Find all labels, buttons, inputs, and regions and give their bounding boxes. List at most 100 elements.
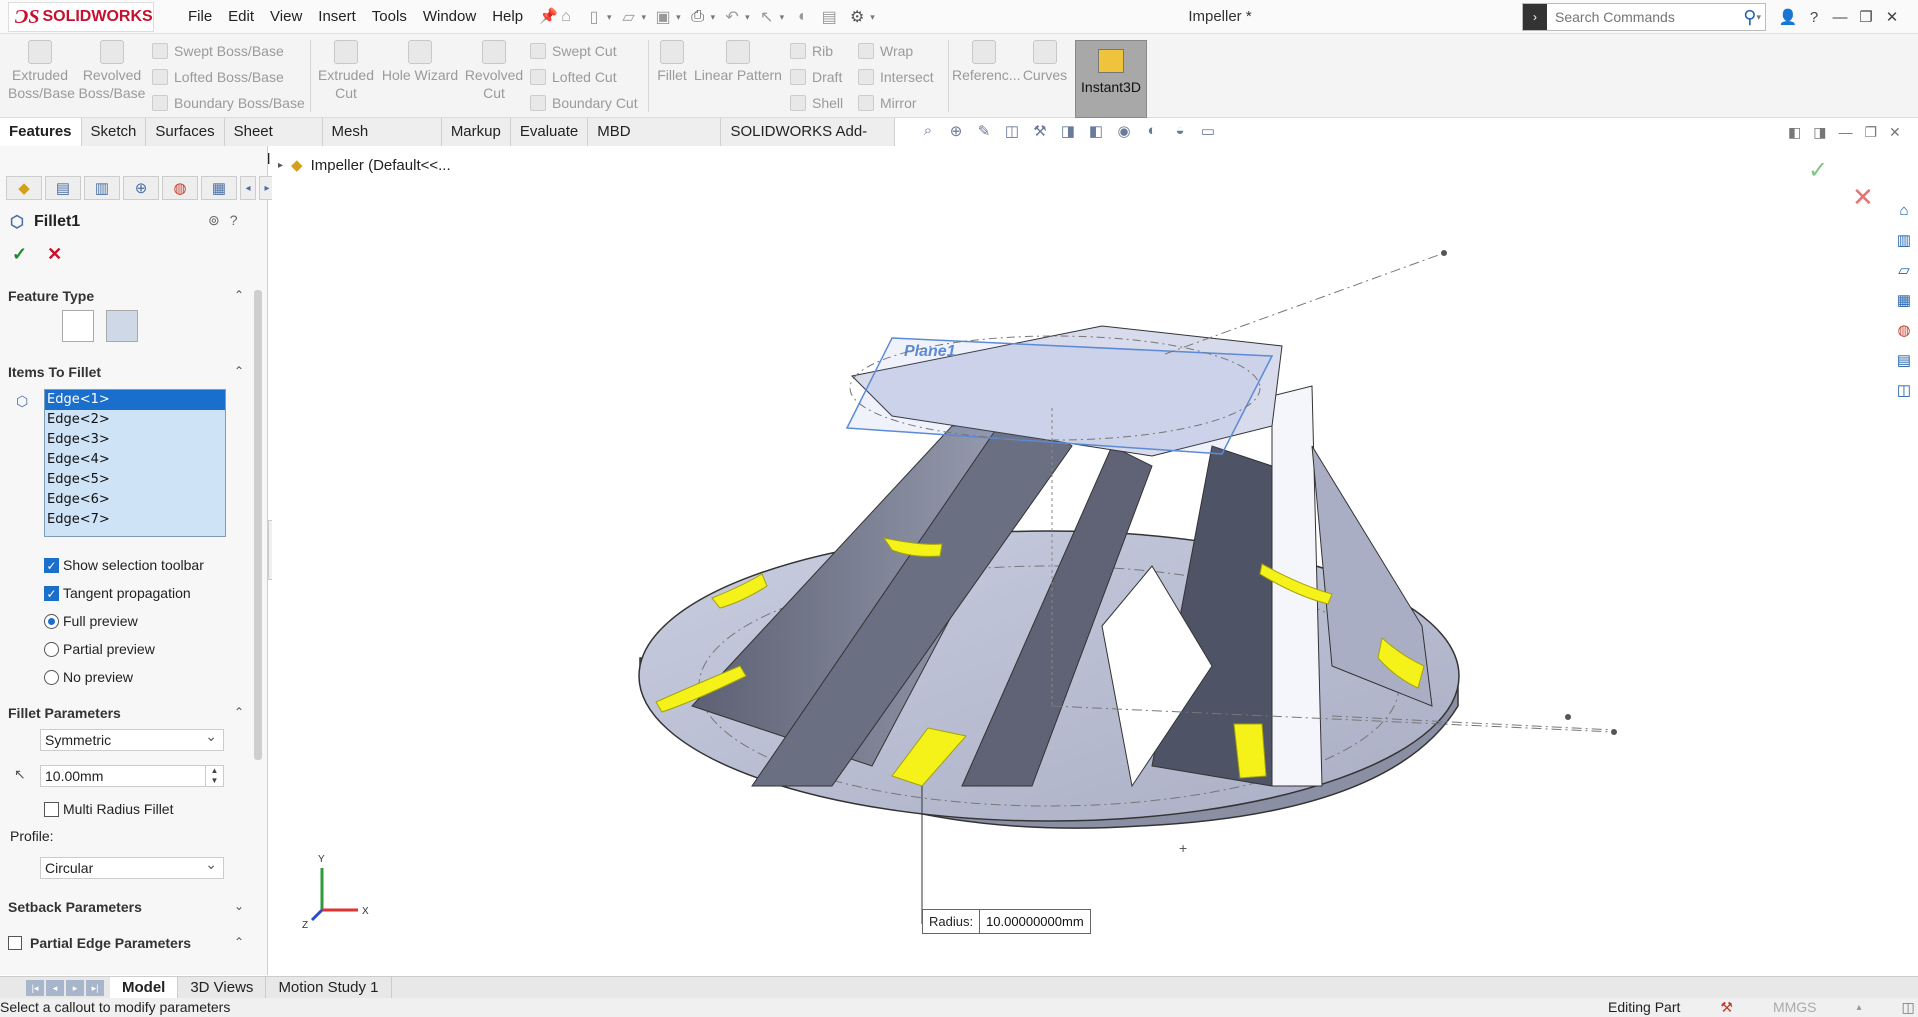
- view-settings-icon[interactable]: ▭: [1198, 122, 1218, 142]
- apply-scene-icon[interactable]: ◒: [1170, 122, 1190, 142]
- partial-edge-parameters-section-header[interactable]: Partial Edge Parameters ⌃: [8, 935, 244, 951]
- shell-button[interactable]: Shell: [790, 92, 843, 114]
- fillet-parameters-section-header[interactable]: Fillet Parameters ⌃: [8, 705, 244, 721]
- setback-parameters-section-header[interactable]: Setback Parameters ⌄: [8, 899, 244, 915]
- swept-cut-button[interactable]: Swept Cut: [530, 40, 617, 62]
- checkbox-icon[interactable]: [8, 936, 22, 950]
- help-icon[interactable]: ?: [1802, 9, 1826, 26]
- property-manager-tab-icon[interactable]: ▤: [45, 176, 81, 200]
- tab-features[interactable]: Features: [0, 118, 82, 146]
- ok-checkmark-icon[interactable]: ✓: [12, 244, 27, 265]
- save-icon[interactable]: ▣: [652, 6, 674, 28]
- radius-input[interactable]: 10.00mm ▲ ▼: [40, 765, 224, 787]
- edit-appearance-icon[interactable]: ◐: [1142, 122, 1162, 142]
- constant-size-fillet-icon[interactable]: [106, 310, 138, 342]
- tab-sheet-metal[interactable]: Sheet Metal: [225, 118, 323, 168]
- mirror-button[interactable]: Mirror: [858, 92, 917, 114]
- first-tab-icon[interactable]: |◂: [26, 979, 44, 996]
- menu-view[interactable]: View: [262, 0, 310, 34]
- fillet-xpert-type-icon[interactable]: [62, 310, 94, 342]
- fillet-button[interactable]: Fillet: [652, 40, 692, 84]
- tile-right-icon[interactable]: ◨: [1813, 124, 1826, 141]
- zoom-to-area-icon[interactable]: ⊕: [946, 122, 966, 142]
- cancel-x-icon[interactable]: ✕: [47, 244, 62, 265]
- tab-sketch[interactable]: Sketch: [82, 118, 147, 146]
- close-icon[interactable]: ✕: [1880, 8, 1904, 26]
- no-preview-radio[interactable]: No preview: [44, 669, 133, 685]
- tab-solidworks-addins[interactable]: SOLIDWORKS Add-Ins: [721, 118, 895, 168]
- confirm-corner-cancel-icon[interactable]: ✕: [1852, 182, 1874, 213]
- zoom-to-fit-icon[interactable]: ⌕: [918, 122, 938, 142]
- units-caret-icon[interactable]: ▴: [1857, 998, 1862, 1017]
- list-item[interactable]: Edge<7>: [45, 510, 225, 530]
- revolved-cut-button[interactable]: Revolved Cut: [464, 40, 524, 102]
- collapse-chevron-icon[interactable]: ⌃: [234, 364, 244, 380]
- sketch-point[interactable]: [1611, 729, 1617, 735]
- menu-help[interactable]: Help: [484, 0, 531, 34]
- previous-view-icon[interactable]: ✎: [974, 122, 994, 142]
- appearances-icon[interactable]: ◍: [1893, 320, 1915, 342]
- partial-preview-radio[interactable]: Partial preview: [44, 641, 155, 657]
- reference-geometry-button[interactable]: Referenc...: [952, 40, 1020, 84]
- doc-close-icon[interactable]: ✕: [1889, 124, 1901, 141]
- new-document-icon[interactable]: ▯: [583, 6, 605, 28]
- swept-boss-button[interactable]: Swept Boss/Base: [152, 40, 284, 62]
- file-explorer-icon[interactable]: ▱: [1893, 260, 1915, 282]
- menu-edit[interactable]: Edit: [220, 0, 262, 34]
- list-item[interactable]: Edge<5>: [45, 470, 225, 490]
- display-style-icon[interactable]: ◧: [1086, 122, 1106, 142]
- solidworks-resources-icon[interactable]: ⌂: [1893, 200, 1915, 222]
- last-tab-icon[interactable]: ▸|: [86, 979, 104, 996]
- hide-show-items-icon[interactable]: ◉: [1114, 122, 1134, 142]
- curves-button[interactable]: Curves: [1020, 40, 1070, 84]
- multi-radius-fillet-checkbox[interactable]: Multi Radius Fillet: [44, 801, 173, 817]
- whats-wrong-icon[interactable]: ⊚: [208, 212, 220, 229]
- next-tab-icon[interactable]: ▸: [66, 979, 84, 996]
- menu-file[interactable]: File: [180, 0, 220, 34]
- menu-window[interactable]: Window: [415, 0, 484, 34]
- options-gear-icon[interactable]: ⚙: [846, 6, 868, 28]
- tab-model[interactable]: Model: [110, 976, 179, 999]
- open-folder-icon[interactable]: ▱: [618, 6, 640, 28]
- collapse-chevron-icon[interactable]: ⌃: [234, 288, 244, 304]
- list-item[interactable]: Edge<4>: [45, 450, 225, 470]
- intersect-button[interactable]: Intersect: [858, 66, 934, 88]
- draft-button[interactable]: Draft: [790, 66, 842, 88]
- section-view-icon[interactable]: ◫: [1002, 122, 1022, 142]
- confirm-corner-ok-icon[interactable]: ✓: [1808, 156, 1828, 185]
- tab-mbd-dimensions[interactable]: MBD Dimensions: [588, 118, 722, 168]
- tab-surfaces[interactable]: Surfaces: [146, 118, 225, 146]
- chat-icon[interactable]: ◫: [1902, 998, 1915, 1017]
- hole-wizard-button[interactable]: Hole Wizard: [380, 40, 460, 84]
- tangent-propagation-checkbox[interactable]: ✓ Tangent propagation: [44, 585, 191, 601]
- radius-callout-input[interactable]: 10.00000000mm: [980, 910, 1090, 933]
- tile-left-icon[interactable]: ◧: [1788, 124, 1801, 141]
- design-library-icon[interactable]: ▥: [1893, 230, 1915, 252]
- minimize-icon[interactable]: —: [1828, 9, 1852, 26]
- help-icon[interactable]: ?: [230, 212, 238, 229]
- full-preview-radio[interactable]: Full preview: [44, 613, 138, 629]
- view-orientation-icon[interactable]: ◨: [1058, 122, 1078, 142]
- doc-minimize-icon[interactable]: —: [1838, 124, 1852, 141]
- solidworks-logo[interactable]: ƆS SOLIDWORKS: [8, 2, 154, 32]
- panel-scrollbar[interactable]: [254, 290, 262, 760]
- extruded-cut-button[interactable]: Extruded Cut: [316, 40, 376, 102]
- list-item[interactable]: Edge<3>: [45, 430, 225, 450]
- view-palette-icon[interactable]: ▦: [1893, 290, 1915, 312]
- list-item[interactable]: Edge<6>: [45, 490, 225, 510]
- collapse-chevron-icon[interactable]: ⌃: [234, 935, 244, 951]
- forum-icon[interactable]: ◫: [1893, 380, 1915, 402]
- show-selection-toolbar-checkbox[interactable]: ✓ Show selection toolbar: [44, 557, 204, 573]
- display-manager-tab-icon[interactable]: ◍: [162, 176, 198, 200]
- fillet-method-select[interactable]: Symmetric: [40, 726, 224, 751]
- items-to-fillet-section-header[interactable]: Items To Fillet ⌃: [8, 364, 244, 380]
- list-item[interactable]: Edge<2>: [45, 410, 225, 430]
- home-icon[interactable]: ⌂: [555, 6, 577, 28]
- profile-select[interactable]: Circular: [40, 854, 224, 879]
- fillet-preview-edge[interactable]: [1233, 723, 1267, 779]
- tabs-scroll-left-icon[interactable]: ◂: [240, 176, 256, 200]
- radius-callout[interactable]: Radius: 10.00000000mm: [922, 909, 1092, 934]
- cam-tab-icon[interactable]: ▦: [201, 176, 237, 200]
- tab-mesh-modeling[interactable]: Mesh Modeling: [323, 118, 442, 168]
- search-commands-field[interactable]: › ⚲▾: [1522, 3, 1766, 31]
